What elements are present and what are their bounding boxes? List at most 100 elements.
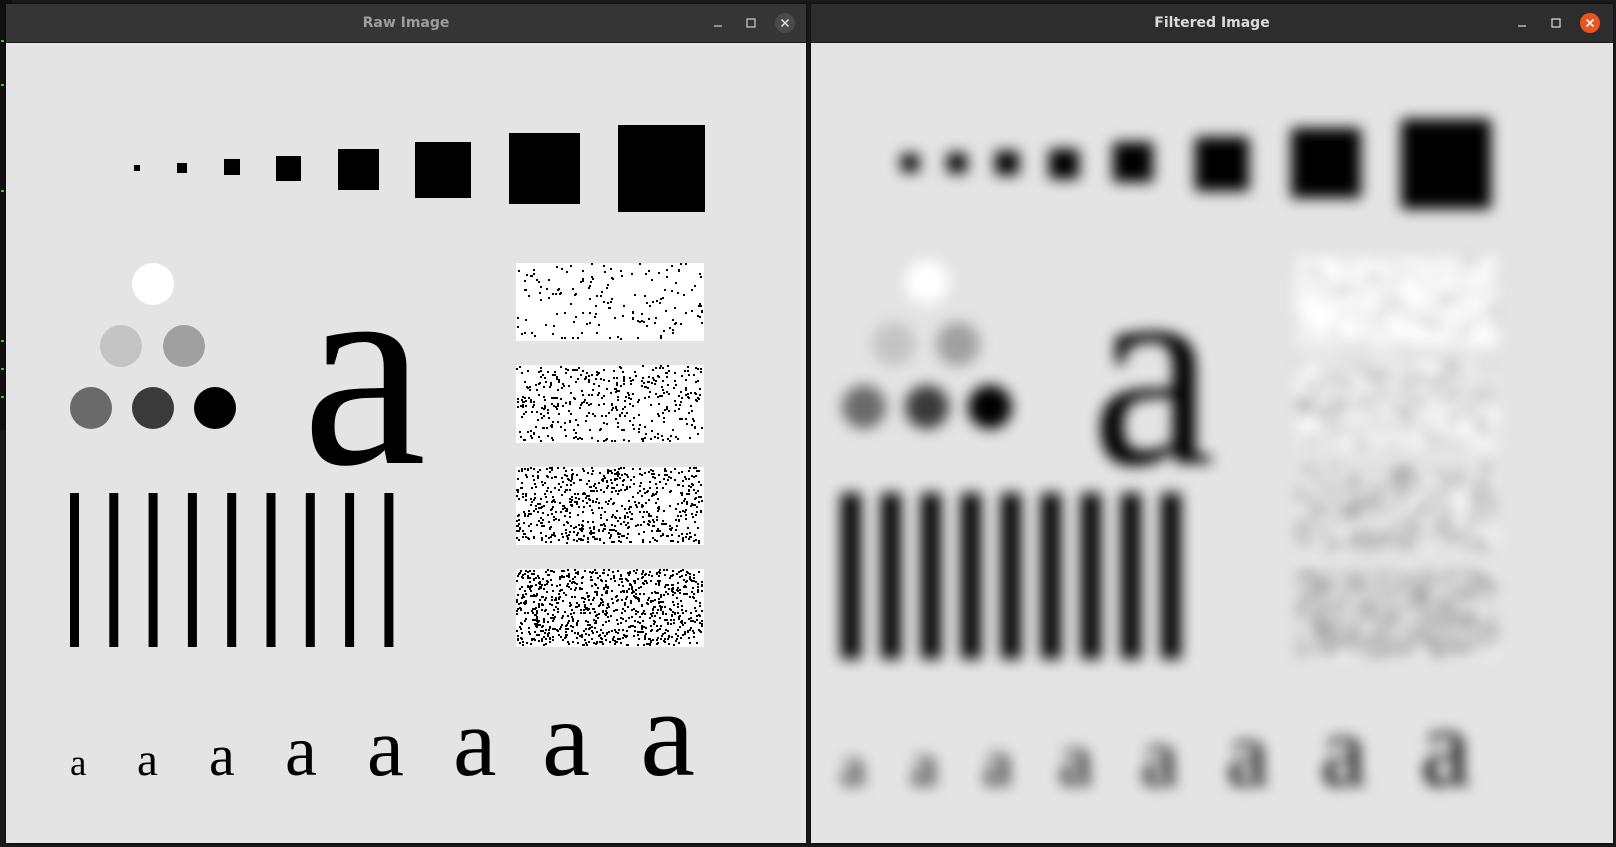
- small-letters-row: aaaaaaaa: [841, 686, 1471, 810]
- noise-rectangles: [1297, 258, 1497, 658]
- small-letter-a: a: [1321, 695, 1366, 808]
- bar: [187, 493, 197, 647]
- bar: [384, 493, 394, 647]
- noise-rectangle: [1297, 570, 1497, 658]
- square: [177, 163, 187, 173]
- filtered-test-pattern: a aaaaaaaa: [841, 119, 1497, 810]
- square: [509, 133, 580, 204]
- close-button[interactable]: [775, 13, 795, 33]
- small-letter-a: a: [983, 727, 1012, 800]
- square: [1291, 128, 1361, 198]
- gray-circle: [936, 322, 980, 366]
- gray-circle: [70, 387, 112, 429]
- small-letter-a: a: [1141, 711, 1178, 804]
- large-letter-a: a: [1091, 213, 1215, 524]
- noise-rectangles: [516, 263, 704, 647]
- bar: [1001, 493, 1021, 659]
- small-letter-a: a: [1421, 686, 1471, 810]
- square: [1113, 142, 1153, 182]
- gray-circle: [100, 325, 142, 367]
- square: [134, 165, 140, 171]
- close-button[interactable]: [1580, 13, 1600, 33]
- minimize-button[interactable]: [708, 13, 728, 33]
- small-letter-a: a: [70, 743, 86, 784]
- noise-rectangle: [516, 467, 704, 545]
- square-series: [134, 125, 705, 212]
- raw-window-titlebar[interactable]: Raw Image: [6, 4, 806, 43]
- small-letters-row: aaaaaaaa: [70, 665, 695, 802]
- bar: [148, 493, 158, 647]
- noise-rectangle: [1297, 362, 1497, 450]
- bar: [109, 493, 119, 647]
- gray-circle: [132, 387, 174, 429]
- bar: [881, 493, 901, 659]
- square-series: [901, 119, 1491, 209]
- large-letter-a: a: [302, 213, 426, 524]
- close-icon: [780, 18, 790, 28]
- noise-rectangle: [516, 365, 704, 443]
- filtered-image-canvas: a aaaaaaaa: [811, 43, 1613, 843]
- gray-circle: [132, 263, 174, 305]
- noise-rectangle: [1297, 466, 1497, 554]
- maximize-icon: [746, 18, 756, 28]
- minimize-icon: [714, 25, 722, 27]
- bar: [921, 493, 941, 659]
- small-letter-a: a: [1227, 702, 1269, 806]
- square: [276, 156, 301, 181]
- square: [947, 153, 967, 173]
- noise-rectangle: [516, 569, 704, 647]
- square: [415, 142, 471, 198]
- gray-circle: [872, 322, 916, 366]
- filtered-window-title: Filtered Image: [1154, 15, 1270, 31]
- small-letter-a: a: [1059, 718, 1093, 802]
- bar: [345, 493, 355, 647]
- bar: [841, 493, 861, 659]
- gray-circle: [905, 385, 949, 429]
- square: [1195, 137, 1249, 191]
- close-icon: [1585, 18, 1595, 28]
- square: [338, 149, 379, 190]
- bar: [1041, 493, 1061, 659]
- noise-rectangle: [1297, 258, 1497, 346]
- gray-circles: [842, 260, 1012, 429]
- raw-test-pattern: a aaaaaaaa: [70, 125, 705, 802]
- raw-window-title: Raw Image: [362, 15, 450, 31]
- small-letter-a: a: [285, 711, 317, 791]
- square: [224, 159, 240, 175]
- noise-rectangle: [516, 263, 704, 341]
- vertical-bars: [841, 493, 1181, 659]
- small-letter-a: a: [542, 680, 590, 799]
- maximize-button[interactable]: [741, 13, 761, 33]
- minimize-button[interactable]: [1512, 13, 1532, 33]
- gray-circle: [905, 260, 949, 304]
- small-letter-a: a: [209, 723, 235, 788]
- bar: [1081, 493, 1101, 659]
- raw-image-canvas: a aaaaaaaa: [6, 43, 806, 843]
- filtered-window-titlebar[interactable]: Filtered Image: [811, 4, 1613, 43]
- bar: [1161, 493, 1181, 659]
- small-letter-a: a: [137, 734, 158, 786]
- bar: [227, 493, 237, 647]
- bar: [961, 493, 981, 659]
- maximize-icon: [1551, 18, 1561, 28]
- small-letter-a: a: [367, 701, 404, 793]
- small-letter-a: a: [453, 689, 497, 797]
- bar: [70, 493, 79, 647]
- gray-circle: [842, 385, 886, 429]
- gray-circle: [968, 385, 1012, 429]
- small-letter-a: a: [911, 732, 938, 798]
- bar: [1121, 493, 1141, 659]
- square: [1049, 149, 1079, 179]
- gray-circle: [163, 325, 205, 367]
- bar: [266, 493, 276, 647]
- raw-image-window: Raw Image a aaaaaaaa: [6, 4, 806, 843]
- bar: [305, 493, 315, 647]
- filtered-image-window: Filtered Image a aaaaaaaa: [811, 4, 1613, 843]
- gray-circles: [70, 263, 236, 429]
- maximize-button[interactable]: [1546, 13, 1566, 33]
- square: [901, 154, 919, 172]
- minimize-icon: [1518, 25, 1526, 27]
- small-letter-a: a: [640, 665, 695, 802]
- square: [618, 125, 705, 212]
- square: [1401, 119, 1491, 209]
